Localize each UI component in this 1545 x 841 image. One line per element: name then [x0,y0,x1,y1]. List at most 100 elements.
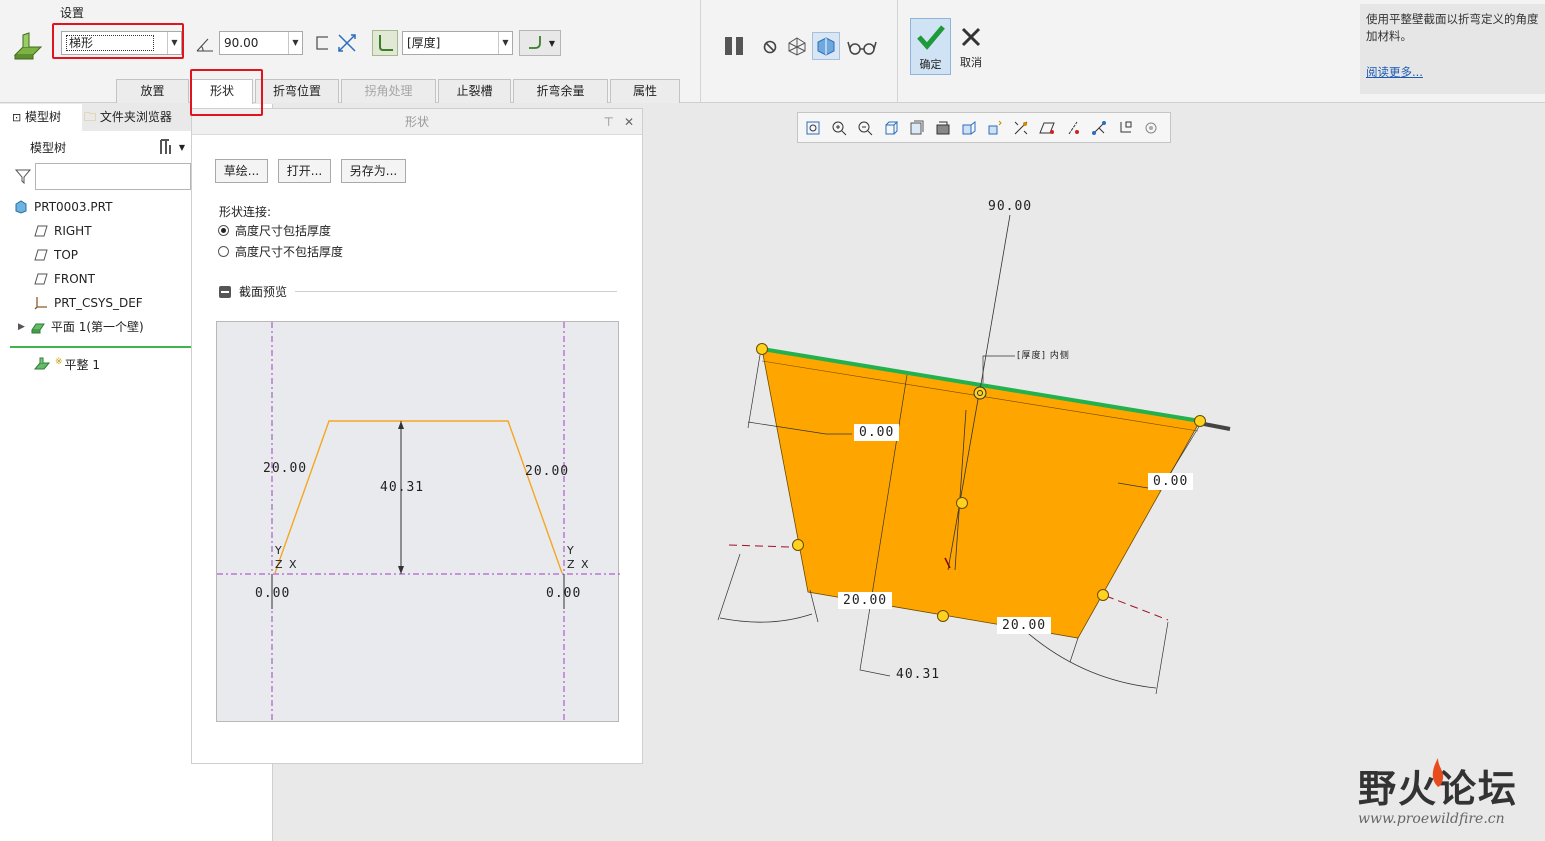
radio-button[interactable] [218,225,229,236]
dim-angle[interactable]: 90.00 [988,199,1032,214]
display-style-icon[interactable] [932,117,954,139]
plane-display-icon[interactable] [1036,117,1058,139]
ribbon-separator [700,0,701,103]
chevron-down-icon: ▼ [167,32,181,54]
tab-bend-allowance[interactable]: 折弯余量 [513,79,608,103]
preview-canvas [217,322,620,723]
no-preview-icon[interactable] [760,37,780,57]
refit-icon[interactable] [802,117,824,139]
axis-display-icon[interactable] [1062,117,1084,139]
insert-indicator [10,346,191,348]
datum-plane-icon [34,225,48,237]
tree-item-label: PRT_CSYS_DEF [54,296,143,310]
verify-glasses-icon[interactable] [847,36,877,58]
close-icon[interactable]: ✕ [624,109,634,135]
drag-handle[interactable] [792,539,804,551]
preview-shaded-icon[interactable] [812,32,840,60]
tab-bend-position[interactable]: 折弯位置 [255,79,339,103]
option-include-thickness[interactable]: 高度尺寸包括厚度 [218,222,331,239]
cancel-label: 取消 [960,56,982,69]
chevron-down-icon: ▼ [288,32,302,54]
tree-item-front[interactable]: FRONT [34,269,95,289]
repaint-icon[interactable] [880,117,902,139]
csys-display-icon[interactable] [1114,117,1136,139]
tree-item-csys[interactable]: PRT_CSYS_DEF [34,293,143,313]
zoom-in-icon[interactable] [828,117,850,139]
tab-shape[interactable]: 形状 [191,79,253,104]
zoom-out-icon[interactable] [854,117,876,139]
point-display-icon[interactable] [1088,117,1110,139]
bend-side-icon[interactable] [311,32,333,54]
wall-icon [30,323,45,334]
dim-offset-left[interactable]: 0.00 [854,424,900,441]
direction-handle[interactable] [973,386,987,400]
save-as-button[interactable]: 另存为... [341,159,406,183]
dim-bottom-right[interactable]: 20.00 [997,617,1052,634]
tab-placement[interactable]: 放置 [116,79,189,103]
drag-handle[interactable] [1097,589,1109,601]
tab-properties[interactable]: 属性 [610,79,680,103]
thickness-side-icon[interactable] [372,30,398,56]
tree-item-wall[interactable]: ▶ 平面 1(第一个壁) [18,317,144,337]
bend-radius-side-icon[interactable]: ▼ [519,30,561,56]
annotation-display-icon[interactable] [1010,117,1032,139]
tree-filter-input[interactable] [35,163,191,190]
tree-item-right[interactable]: RIGHT [34,221,92,241]
saved-orientations-icon[interactable] [906,117,928,139]
flame-icon [1432,758,1444,787]
dim-bottom-left[interactable]: 20.00 [838,592,893,609]
datum-plane-icon [34,273,48,285]
shape-panel: 形状 ⊤ ✕ 草绘... 打开... 另存为... 形状连接: 高度尺寸包括厚度… [191,108,643,764]
part-icon [15,200,27,214]
read-more-link[interactable]: 阅读更多... [1366,65,1423,79]
tab-file-browser[interactable]: 🗀 文件夹浏览器 [82,104,192,131]
tree-item-label: 平面 1(第一个壁) [50,320,144,334]
option-exclude-thickness[interactable]: 高度尺寸不包括厚度 [218,243,343,260]
tree-item-label: PRT0003.PRT [34,200,113,214]
vertex-point[interactable] [756,343,768,355]
pin-icon[interactable]: ⊤ [604,109,614,135]
thickness-value: [厚度] [407,36,441,50]
expand-arrow-icon[interactable]: ▶ [18,317,25,337]
thickness-note[interactable]: [厚度] 内侧 [1017,348,1070,361]
flip-direction-icon[interactable] [336,32,358,54]
spin-center-icon[interactable] [1140,117,1162,139]
watermark-url: www.proewildfire.cn [1358,811,1505,827]
preview-section-header[interactable]: 截面预览 [219,283,617,300]
tree-item-top[interactable]: TOP [34,245,78,265]
tree-settings-icon[interactable]: ▼ [152,137,190,157]
tree-item-flat-1[interactable]: ※ 平整 1 [34,355,100,375]
sketch-button[interactable]: 草绘... [215,159,268,183]
cancel-button[interactable]: 取消 [955,18,987,75]
filter-icon[interactable] [14,167,32,185]
shape-type-value: 梯形 [66,35,155,51]
thickness-input[interactable]: [厚度] ▼ [402,31,513,55]
shape-type-dropdown[interactable]: 梯形 ▼ [61,31,182,55]
drag-handle[interactable] [937,610,949,622]
open-button[interactable]: 打开... [278,159,331,183]
pause-icon[interactable] [722,34,748,58]
radio-button[interactable] [218,246,229,257]
confirm-button[interactable]: 确定 [910,18,951,75]
tab-relief[interactable]: 止裂槽 [438,79,511,103]
vertex-point[interactable] [1194,415,1206,427]
dim-height[interactable]: 40.31 [896,667,940,682]
tab-model-tree[interactable]: ⊡ 模型树 [10,104,80,131]
angle-icon [194,34,216,54]
collapse-icon[interactable] [219,285,231,298]
perspective-icon[interactable] [984,117,1006,139]
view-manager-icon[interactable] [958,117,980,139]
tree-item-label: TOP [54,248,79,262]
option-label: 高度尺寸包括厚度 [235,224,332,238]
drag-handle[interactable] [956,497,968,509]
angle-input[interactable]: 90.00 ▼ [219,31,303,55]
tree-item-label: RIGHT [54,224,92,238]
csys-icon [34,297,47,310]
preview-wireframe-icon[interactable] [785,34,809,58]
tree-item-part[interactable]: PRT0003.PRT [14,197,112,217]
tab-corner-treatment: 拐角处理 [341,79,436,103]
dim-offset-right[interactable]: 0.00 [1148,473,1194,490]
checkmark-icon [916,25,945,50]
preview-dim-right: 20.00 [525,464,570,479]
ribbon: 设置 梯形 ▼ 90.00 ▼ [厚度] ▼ ▼ 确定 取消 使用平整壁截面以折… [0,0,1545,104]
